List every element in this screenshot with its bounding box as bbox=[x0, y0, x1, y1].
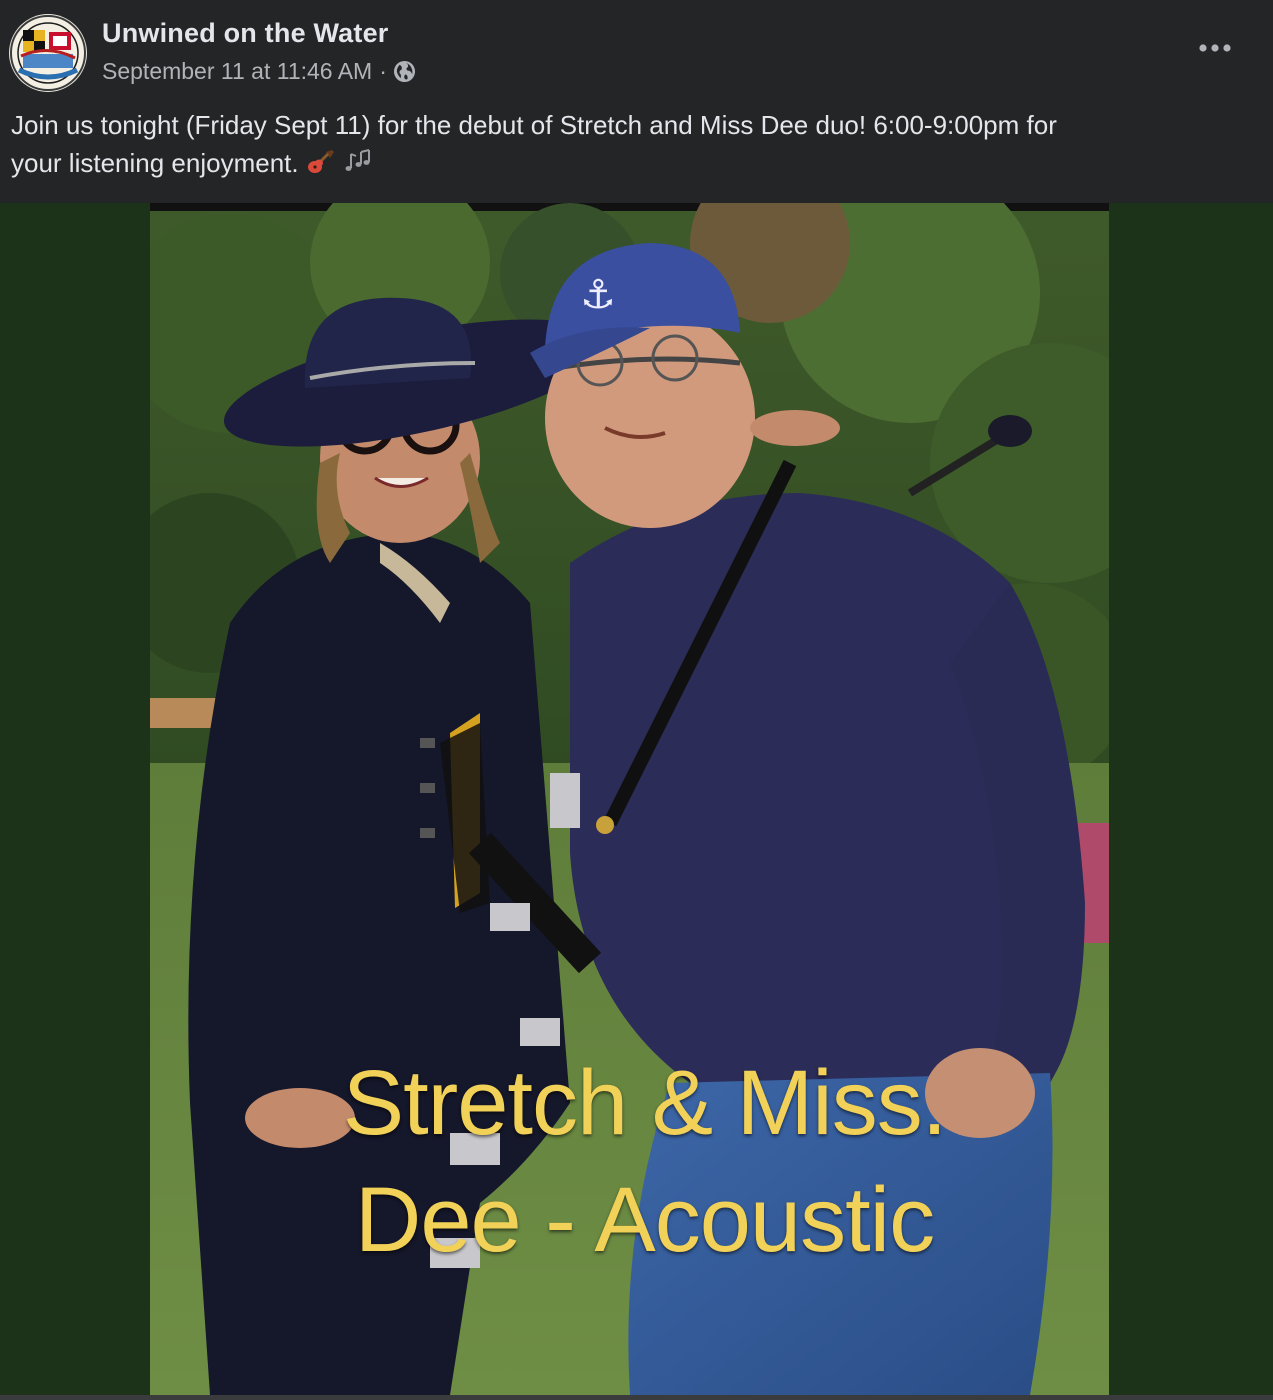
post-message-line-2: your listening enjoyment. bbox=[11, 148, 299, 178]
facebook-post: Unwined on the Water September 11 at 11:… bbox=[0, 0, 1273, 1400]
meta-separator: · bbox=[379, 58, 387, 84]
music-notes-emoji-icon bbox=[343, 148, 373, 176]
post-bottom-divider bbox=[0, 1395, 1273, 1400]
post-timestamp[interactable]: September 11 at 11:46 AM bbox=[102, 58, 372, 85]
photo-caption-line-1: Stretch & Miss. bbox=[342, 1052, 948, 1154]
post-message-line-1: Join us tonight (Friday Sept 11) for the… bbox=[11, 110, 1057, 140]
page-avatar[interactable] bbox=[9, 14, 87, 92]
more-options-button[interactable] bbox=[1190, 30, 1240, 66]
photo-caption-line-2: Dee - Acoustic bbox=[354, 1169, 935, 1271]
more-options-icon bbox=[1199, 44, 1231, 52]
guitar-emoji-icon bbox=[306, 148, 336, 176]
avatar-logo-icon bbox=[10, 15, 86, 91]
post-message: Join us tonight (Friday Sept 11) for the… bbox=[11, 106, 1251, 182]
post-meta: September 11 at 11:46 AM · bbox=[102, 58, 416, 85]
page-name-link[interactable]: Unwined on the Water bbox=[102, 18, 389, 49]
post-photo[interactable]: ⚓ Stretch & Miss. Dee - Acoustic bbox=[150, 203, 1109, 1395]
globe-icon[interactable] bbox=[393, 60, 416, 83]
svg-text:⚓: ⚓ bbox=[580, 272, 616, 318]
post-header: Unwined on the Water September 11 at 11:… bbox=[0, 0, 1273, 96]
